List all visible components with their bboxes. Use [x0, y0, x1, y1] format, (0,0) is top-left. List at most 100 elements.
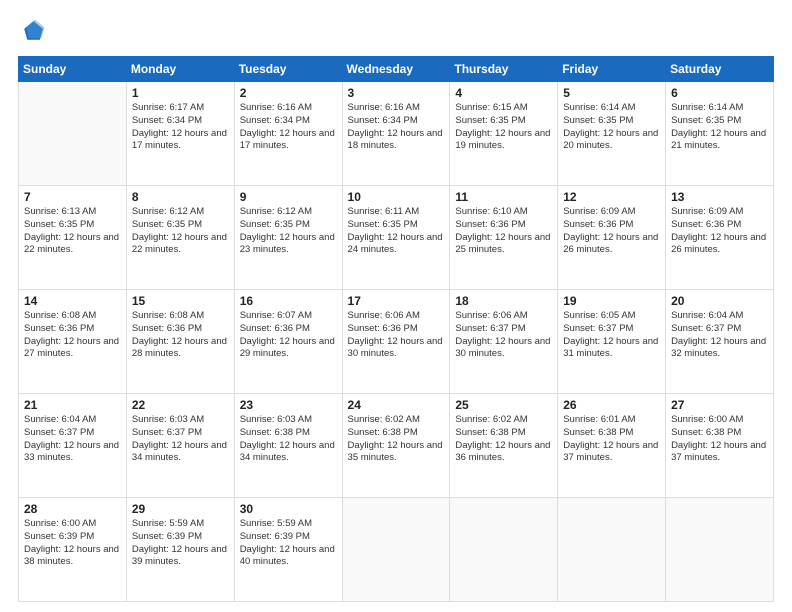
- cell-info: Sunrise: 6:13 AMSunset: 6:35 PMDaylight:…: [24, 206, 121, 257]
- calendar-cell: 3 Sunrise: 6:16 AMSunset: 6:34 PMDayligh…: [342, 82, 450, 186]
- calendar-cell: [342, 498, 450, 602]
- calendar-cell: [450, 498, 558, 602]
- day-number: 14: [24, 294, 121, 308]
- cell-info: Sunrise: 6:15 AMSunset: 6:35 PMDaylight:…: [455, 102, 552, 153]
- col-header-friday: Friday: [558, 57, 666, 82]
- calendar-cell: 21 Sunrise: 6:04 AMSunset: 6:37 PMDaylig…: [19, 394, 127, 498]
- calendar-cell: 17 Sunrise: 6:06 AMSunset: 6:36 PMDaylig…: [342, 290, 450, 394]
- day-number: 26: [563, 398, 660, 412]
- cell-info: Sunrise: 6:14 AMSunset: 6:35 PMDaylight:…: [563, 102, 660, 153]
- cell-info: Sunrise: 6:08 AMSunset: 6:36 PMDaylight:…: [132, 310, 229, 361]
- col-header-thursday: Thursday: [450, 57, 558, 82]
- calendar-cell: 4 Sunrise: 6:15 AMSunset: 6:35 PMDayligh…: [450, 82, 558, 186]
- day-number: 20: [671, 294, 768, 308]
- col-header-tuesday: Tuesday: [234, 57, 342, 82]
- cell-info: Sunrise: 6:16 AMSunset: 6:34 PMDaylight:…: [348, 102, 445, 153]
- cell-info: Sunrise: 6:03 AMSunset: 6:37 PMDaylight:…: [132, 414, 229, 465]
- calendar-cell: 29 Sunrise: 5:59 AMSunset: 6:39 PMDaylig…: [126, 498, 234, 602]
- calendar-cell: 1 Sunrise: 6:17 AMSunset: 6:34 PMDayligh…: [126, 82, 234, 186]
- cell-info: Sunrise: 6:12 AMSunset: 6:35 PMDaylight:…: [132, 206, 229, 257]
- calendar-week-4: 21 Sunrise: 6:04 AMSunset: 6:37 PMDaylig…: [19, 394, 774, 498]
- calendar-cell: 28 Sunrise: 6:00 AMSunset: 6:39 PMDaylig…: [19, 498, 127, 602]
- day-number: 7: [24, 190, 121, 204]
- day-number: 3: [348, 86, 445, 100]
- cell-info: Sunrise: 6:04 AMSunset: 6:37 PMDaylight:…: [671, 310, 768, 361]
- cell-info: Sunrise: 6:09 AMSunset: 6:36 PMDaylight:…: [563, 206, 660, 257]
- day-number: 1: [132, 86, 229, 100]
- cell-info: Sunrise: 6:02 AMSunset: 6:38 PMDaylight:…: [348, 414, 445, 465]
- calendar-cell: [666, 498, 774, 602]
- day-number: 5: [563, 86, 660, 100]
- day-number: 19: [563, 294, 660, 308]
- cell-info: Sunrise: 6:02 AMSunset: 6:38 PMDaylight:…: [455, 414, 552, 465]
- col-header-wednesday: Wednesday: [342, 57, 450, 82]
- col-header-monday: Monday: [126, 57, 234, 82]
- cell-info: Sunrise: 6:10 AMSunset: 6:36 PMDaylight:…: [455, 206, 552, 257]
- cell-info: Sunrise: 6:00 AMSunset: 6:38 PMDaylight:…: [671, 414, 768, 465]
- cell-info: Sunrise: 6:09 AMSunset: 6:36 PMDaylight:…: [671, 206, 768, 257]
- cell-info: Sunrise: 6:17 AMSunset: 6:34 PMDaylight:…: [132, 102, 229, 153]
- calendar-cell: 22 Sunrise: 6:03 AMSunset: 6:37 PMDaylig…: [126, 394, 234, 498]
- cell-info: Sunrise: 6:06 AMSunset: 6:36 PMDaylight:…: [348, 310, 445, 361]
- logo-icon: [18, 18, 46, 46]
- cell-info: Sunrise: 6:14 AMSunset: 6:35 PMDaylight:…: [671, 102, 768, 153]
- calendar-cell: 26 Sunrise: 6:01 AMSunset: 6:38 PMDaylig…: [558, 394, 666, 498]
- header: [18, 18, 774, 46]
- page: SundayMondayTuesdayWednesdayThursdayFrid…: [0, 0, 792, 612]
- calendar-week-1: 1 Sunrise: 6:17 AMSunset: 6:34 PMDayligh…: [19, 82, 774, 186]
- day-number: 13: [671, 190, 768, 204]
- day-number: 9: [240, 190, 337, 204]
- cell-info: Sunrise: 6:08 AMSunset: 6:36 PMDaylight:…: [24, 310, 121, 361]
- day-number: 24: [348, 398, 445, 412]
- calendar-cell: 19 Sunrise: 6:05 AMSunset: 6:37 PMDaylig…: [558, 290, 666, 394]
- calendar-cell: 24 Sunrise: 6:02 AMSunset: 6:38 PMDaylig…: [342, 394, 450, 498]
- calendar-week-3: 14 Sunrise: 6:08 AMSunset: 6:36 PMDaylig…: [19, 290, 774, 394]
- calendar-cell: 6 Sunrise: 6:14 AMSunset: 6:35 PMDayligh…: [666, 82, 774, 186]
- calendar-cell: [19, 82, 127, 186]
- calendar-cell: 20 Sunrise: 6:04 AMSunset: 6:37 PMDaylig…: [666, 290, 774, 394]
- day-number: 18: [455, 294, 552, 308]
- cell-info: Sunrise: 6:16 AMSunset: 6:34 PMDaylight:…: [240, 102, 337, 153]
- calendar-cell: 11 Sunrise: 6:10 AMSunset: 6:36 PMDaylig…: [450, 186, 558, 290]
- calendar-cell: 7 Sunrise: 6:13 AMSunset: 6:35 PMDayligh…: [19, 186, 127, 290]
- calendar-cell: 27 Sunrise: 6:00 AMSunset: 6:38 PMDaylig…: [666, 394, 774, 498]
- col-header-saturday: Saturday: [666, 57, 774, 82]
- day-number: 25: [455, 398, 552, 412]
- cell-info: Sunrise: 5:59 AMSunset: 6:39 PMDaylight:…: [240, 518, 337, 569]
- day-number: 12: [563, 190, 660, 204]
- calendar-cell: 2 Sunrise: 6:16 AMSunset: 6:34 PMDayligh…: [234, 82, 342, 186]
- cell-info: Sunrise: 5:59 AMSunset: 6:39 PMDaylight:…: [132, 518, 229, 569]
- cell-info: Sunrise: 6:05 AMSunset: 6:37 PMDaylight:…: [563, 310, 660, 361]
- cell-info: Sunrise: 6:12 AMSunset: 6:35 PMDaylight:…: [240, 206, 337, 257]
- day-number: 10: [348, 190, 445, 204]
- day-number: 2: [240, 86, 337, 100]
- header-row: SundayMondayTuesdayWednesdayThursdayFrid…: [19, 57, 774, 82]
- logo: [18, 18, 50, 46]
- cell-info: Sunrise: 6:06 AMSunset: 6:37 PMDaylight:…: [455, 310, 552, 361]
- calendar-table: SundayMondayTuesdayWednesdayThursdayFrid…: [18, 56, 774, 602]
- calendar-cell: 18 Sunrise: 6:06 AMSunset: 6:37 PMDaylig…: [450, 290, 558, 394]
- day-number: 30: [240, 502, 337, 516]
- cell-info: Sunrise: 6:01 AMSunset: 6:38 PMDaylight:…: [563, 414, 660, 465]
- calendar-cell: 12 Sunrise: 6:09 AMSunset: 6:36 PMDaylig…: [558, 186, 666, 290]
- calendar-cell: 23 Sunrise: 6:03 AMSunset: 6:38 PMDaylig…: [234, 394, 342, 498]
- day-number: 11: [455, 190, 552, 204]
- day-number: 21: [24, 398, 121, 412]
- day-number: 22: [132, 398, 229, 412]
- cell-info: Sunrise: 6:03 AMSunset: 6:38 PMDaylight:…: [240, 414, 337, 465]
- calendar-cell: 8 Sunrise: 6:12 AMSunset: 6:35 PMDayligh…: [126, 186, 234, 290]
- calendar-cell: 9 Sunrise: 6:12 AMSunset: 6:35 PMDayligh…: [234, 186, 342, 290]
- day-number: 15: [132, 294, 229, 308]
- calendar-week-5: 28 Sunrise: 6:00 AMSunset: 6:39 PMDaylig…: [19, 498, 774, 602]
- col-header-sunday: Sunday: [19, 57, 127, 82]
- day-number: 23: [240, 398, 337, 412]
- calendar-cell: 16 Sunrise: 6:07 AMSunset: 6:36 PMDaylig…: [234, 290, 342, 394]
- day-number: 27: [671, 398, 768, 412]
- day-number: 28: [24, 502, 121, 516]
- day-number: 16: [240, 294, 337, 308]
- calendar-cell: 5 Sunrise: 6:14 AMSunset: 6:35 PMDayligh…: [558, 82, 666, 186]
- calendar-cell: [558, 498, 666, 602]
- calendar-cell: 13 Sunrise: 6:09 AMSunset: 6:36 PMDaylig…: [666, 186, 774, 290]
- calendar-cell: 25 Sunrise: 6:02 AMSunset: 6:38 PMDaylig…: [450, 394, 558, 498]
- cell-info: Sunrise: 6:07 AMSunset: 6:36 PMDaylight:…: [240, 310, 337, 361]
